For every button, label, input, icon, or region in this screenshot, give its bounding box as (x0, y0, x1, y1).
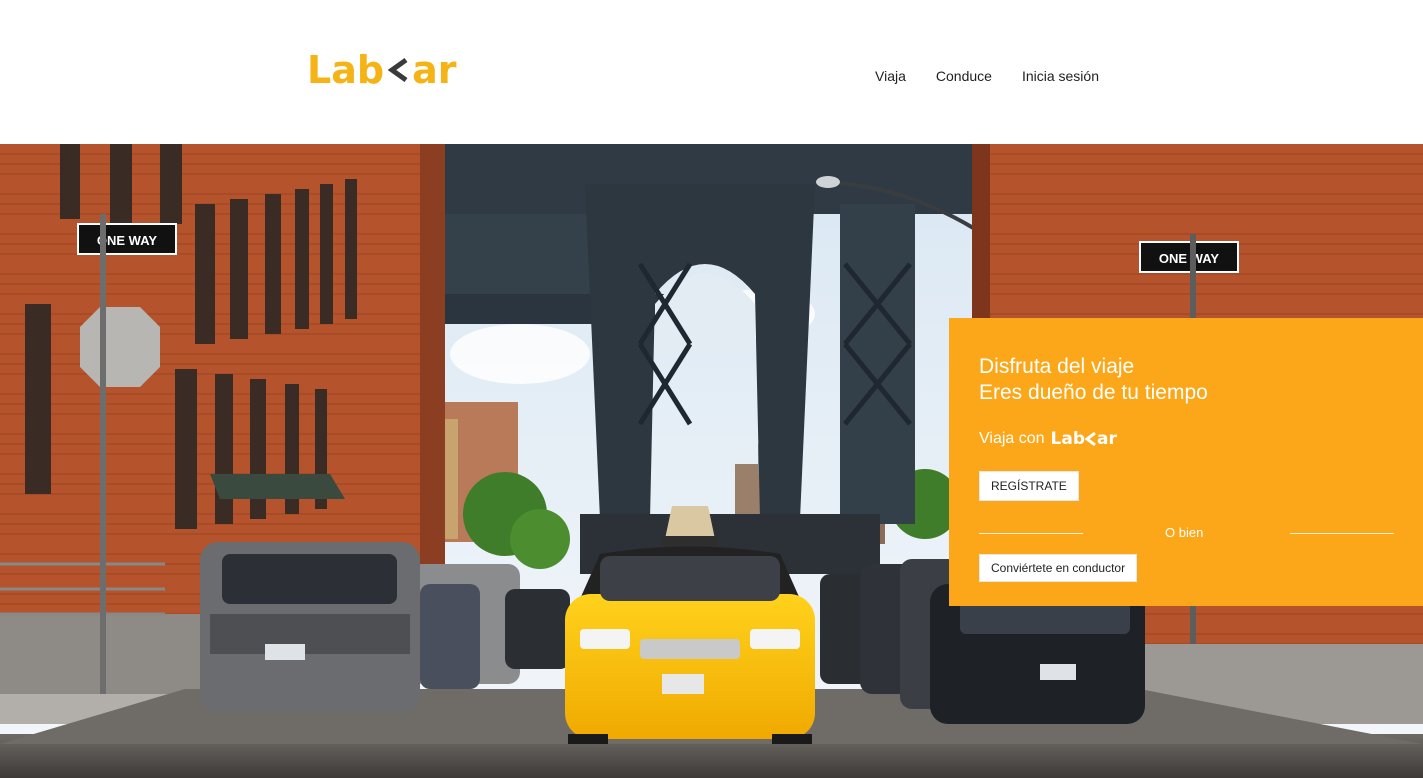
promo-line-2: Eres dueño de tu tiempo (979, 381, 1208, 404)
nav-item-login[interactable]: Inicia sesión (1022, 66, 1099, 86)
brand-name-right-small: ar (1097, 429, 1117, 449)
one-way-sign-right: ONE WAY (1159, 251, 1220, 266)
ride-with-label: Viaja con (979, 430, 1045, 447)
brand-logo[interactable]: Lab ar (307, 50, 456, 90)
brand-logo-small: Lab ar (1051, 429, 1117, 449)
divider-right (1290, 533, 1394, 534)
nav-item-viaja[interactable]: Viaja (875, 66, 906, 86)
become-driver-button[interactable]: Conviértete en conductor (979, 554, 1138, 582)
chevron-left-icon (1085, 432, 1096, 446)
brand-name-right: ar (412, 48, 457, 92)
ride-with-row: Viaja con Lab ar (979, 429, 1117, 449)
promo-line-1: Disfruta del viaje (979, 355, 1135, 378)
or-label: O bien (1165, 525, 1204, 540)
site-header: Lab ar Viaja Conduce Inicia sesión (0, 0, 1423, 144)
promo-headline: Disfruta del viaje Eres dueño de tu tiem… (979, 354, 1208, 406)
brand-name-left: Lab (307, 48, 385, 92)
divider-left (979, 533, 1083, 534)
register-button[interactable]: REGÍSTRATE (979, 471, 1079, 501)
promo-card: Disfruta del viaje Eres dueño de tu tiem… (949, 318, 1423, 606)
nav-item-conduce[interactable]: Conduce (936, 66, 992, 86)
main-nav: Viaja Conduce Inicia sesión (875, 66, 1099, 86)
chevron-left-icon (385, 50, 411, 90)
brand-name-left-small: Lab (1050, 429, 1086, 449)
